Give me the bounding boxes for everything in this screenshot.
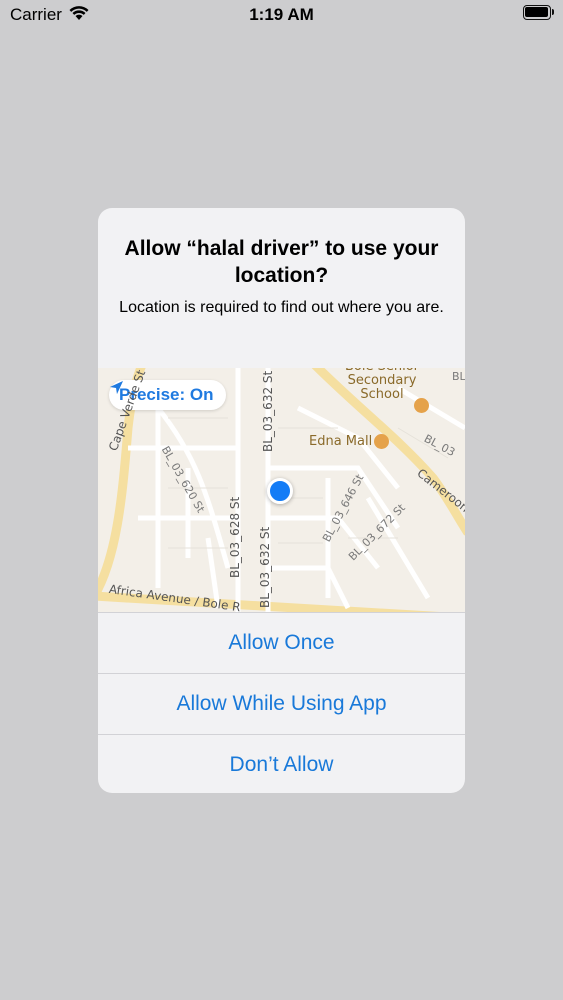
- dont-allow-button[interactable]: Don’t Allow: [98, 734, 465, 793]
- status-bar: Carrier 1:19 AM: [0, 0, 563, 30]
- poi-mall-label: Edna Mall: [309, 434, 373, 449]
- battery-icon: [523, 5, 555, 20]
- location-map: Precise: On Cape Verde St BL_03_620 St B…: [98, 368, 465, 612]
- clock: 1:19 AM: [249, 5, 314, 24]
- alert-buttons: Allow Once Allow While Using App Don’t A…: [98, 612, 465, 793]
- map-street-label: BL_03_632 St: [261, 370, 275, 452]
- alert-message: Location is required to find out where y…: [119, 299, 444, 316]
- poi-school-label: Bole Senior Secondary School: [345, 368, 419, 402]
- map-street-label: BL_03_632 St: [258, 526, 272, 608]
- location-arrow-icon: [109, 380, 124, 395]
- map-street-label: BL: [452, 370, 465, 383]
- map-street-label: BL_03_628 St: [228, 496, 242, 578]
- location-permission-alert: Allow “halal driver” to use your locatio…: [98, 208, 465, 793]
- allow-while-using-button[interactable]: Allow While Using App: [98, 673, 465, 734]
- alert-title: Allow “halal driver” to use your locatio…: [124, 237, 439, 287]
- allow-once-button[interactable]: Allow Once: [98, 612, 465, 673]
- current-location-dot: [267, 478, 293, 504]
- school-icon: [414, 398, 429, 413]
- mall-icon: [374, 434, 389, 449]
